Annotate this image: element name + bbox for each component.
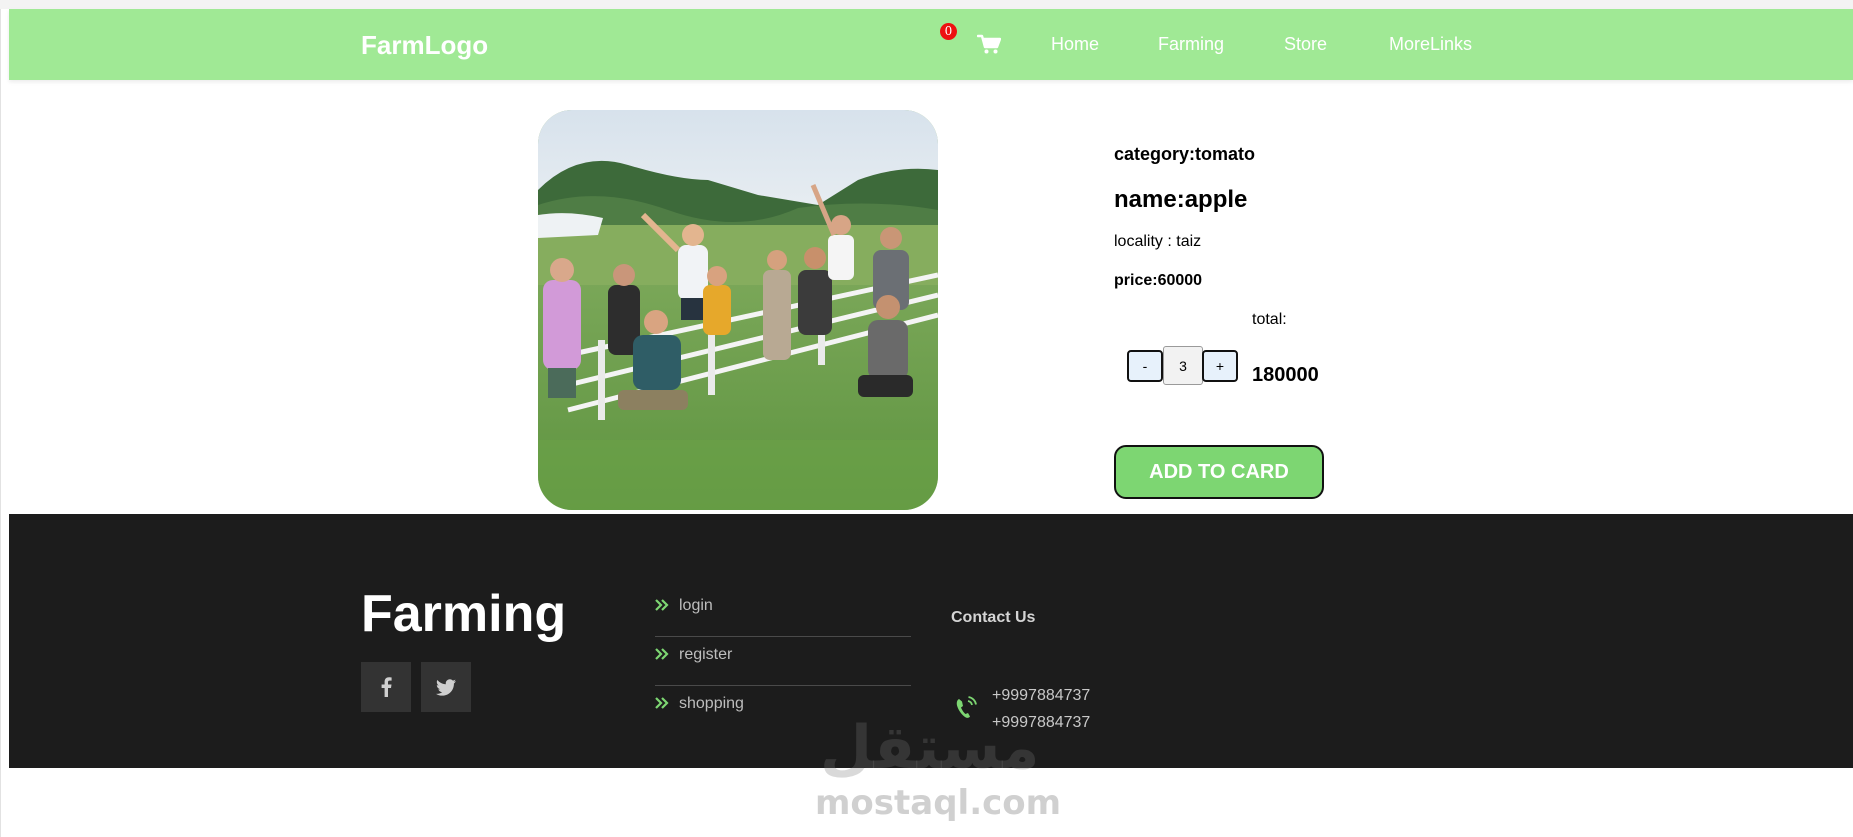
footer-link-register[interactable]: register <box>655 636 911 686</box>
page-left-border <box>0 9 1 837</box>
product-locality: locality : taiz <box>1114 233 1202 250</box>
footer-link-label[interactable]: register <box>679 646 732 664</box>
watermark-latin: mostaql.com <box>815 783 1062 823</box>
add-to-cart-button[interactable]: ADD TO CARD <box>1114 445 1324 499</box>
nav-morelinks[interactable]: MoreLinks <box>1389 34 1472 55</box>
facebook-icon[interactable] <box>361 662 411 712</box>
double-chevron-right-icon <box>655 647 669 665</box>
nav-home[interactable]: Home <box>1051 34 1099 55</box>
total-value: 180000 <box>1252 364 1319 386</box>
site-logo[interactable]: FarmLogo <box>361 30 488 61</box>
watermark-arabic: مستقل <box>820 713 1040 783</box>
nav-farming[interactable]: Farming <box>1158 34 1224 55</box>
product-price: price:60000 <box>1114 272 1203 289</box>
double-chevron-right-icon <box>655 696 669 714</box>
navbar: FarmLogo 0 Home Farming Store MoreLinks <box>9 9 1853 80</box>
phone-number: +9997884737 <box>992 687 1091 704</box>
browser-top-strip <box>0 0 1853 9</box>
footer-title: Farming <box>361 585 567 643</box>
total-label: total: <box>1252 311 1287 328</box>
cart-icon[interactable] <box>976 33 1005 61</box>
contact-title: Contact Us <box>951 609 1036 626</box>
product-image <box>538 110 938 510</box>
product-name: name:apple <box>1114 186 1248 213</box>
quantity-increase-button[interactable]: + <box>1202 350 1238 382</box>
footer-link-login[interactable]: login <box>655 587 911 637</box>
footer-link-label[interactable]: login <box>679 597 713 615</box>
nav-store[interactable]: Store <box>1284 34 1327 55</box>
double-chevron-right-icon <box>655 598 669 616</box>
quantity-input[interactable] <box>1163 346 1203 385</box>
footer-link-label[interactable]: shopping <box>679 695 744 713</box>
twitter-icon[interactable] <box>421 662 471 712</box>
cart-count-badge: 0 <box>940 23 957 40</box>
product-category: category:tomato <box>1114 144 1256 164</box>
quantity-decrease-button[interactable]: - <box>1127 350 1163 382</box>
